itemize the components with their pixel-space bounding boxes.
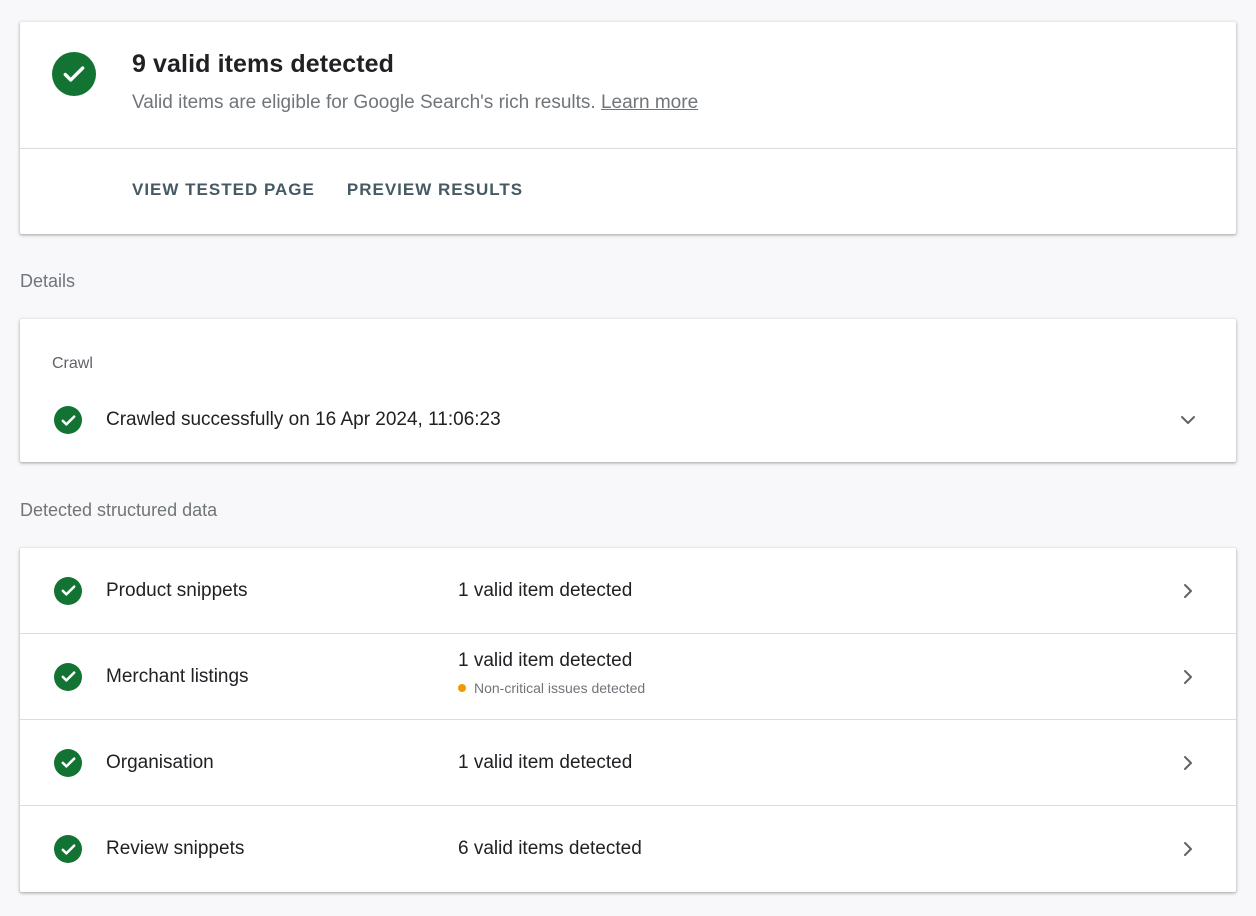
warning-dot-icon xyxy=(458,684,466,692)
crawl-heading: Crawl xyxy=(52,355,93,372)
structured-item-name: Merchant listings xyxy=(106,665,249,687)
structured-item-name: Product snippets xyxy=(106,579,248,601)
structured-item-organisation[interactable]: Organisation 1 valid item detected xyxy=(20,720,1236,806)
details-label: Details xyxy=(20,271,76,291)
check-circle-icon xyxy=(54,662,82,691)
summary-title: 9 valid items detected xyxy=(132,50,395,78)
chevron-right-icon xyxy=(1176,579,1200,603)
preview-results-button[interactable]: PREVIEW RESULTS xyxy=(347,180,523,200)
structured-item-count: 1 valid item detected xyxy=(458,751,633,773)
chevron-right-icon xyxy=(1176,837,1200,861)
structured-item-count: 6 valid items detected xyxy=(458,838,642,859)
structured-item-count: 1 valid item detected xyxy=(458,650,633,671)
check-circle-icon xyxy=(54,576,82,605)
chevron-right-icon xyxy=(1176,751,1200,775)
divider xyxy=(20,148,1236,149)
structured-item-name: Organisation xyxy=(106,751,214,773)
structured-item-merchant-listings[interactable]: Merchant listings 1 valid item detected … xyxy=(20,634,1236,720)
summary-subtitle-text: Valid items are eligible for Google Sear… xyxy=(132,92,596,113)
summary-actions: VIEW TESTED PAGE PREVIEW RESULTS xyxy=(132,180,523,200)
issue-note: Non-critical issues detected xyxy=(458,680,645,696)
summary-card: 9 valid items detected Valid items are e… xyxy=(20,22,1236,234)
check-circle-icon xyxy=(54,406,82,434)
structured-data-label: Detected structured data xyxy=(20,500,218,520)
check-circle-icon xyxy=(54,748,82,777)
structured-data-card: Product snippets 1 valid item detected M… xyxy=(20,548,1236,892)
structured-item-product-snippets[interactable]: Product snippets 1 valid item detected xyxy=(20,548,1236,634)
crawl-status-text: Crawled successfully on 16 Apr 2024, 11:… xyxy=(106,409,501,430)
issue-text: Non-critical issues detected xyxy=(474,680,646,696)
check-circle-icon xyxy=(54,835,82,863)
crawl-status-row[interactable]: Crawled successfully on 16 Apr 2024, 11:… xyxy=(20,397,1236,443)
chevron-down-icon[interactable] xyxy=(1176,408,1200,432)
chevron-right-icon xyxy=(1176,665,1200,689)
structured-item-name: Review snippets xyxy=(106,838,245,859)
crawl-card: Crawl Crawled successfully on 16 Apr 202… xyxy=(20,319,1236,462)
view-tested-page-button[interactable]: VIEW TESTED PAGE xyxy=(132,180,315,200)
structured-item-review-snippets[interactable]: Review snippets 6 valid items detected xyxy=(20,806,1236,892)
summary-subtitle: Valid items are eligible for Google Sear… xyxy=(132,92,698,114)
check-circle-icon xyxy=(52,52,96,96)
structured-item-count: 1 valid item detected xyxy=(458,579,633,601)
learn-more-link[interactable]: Learn more xyxy=(601,92,698,113)
